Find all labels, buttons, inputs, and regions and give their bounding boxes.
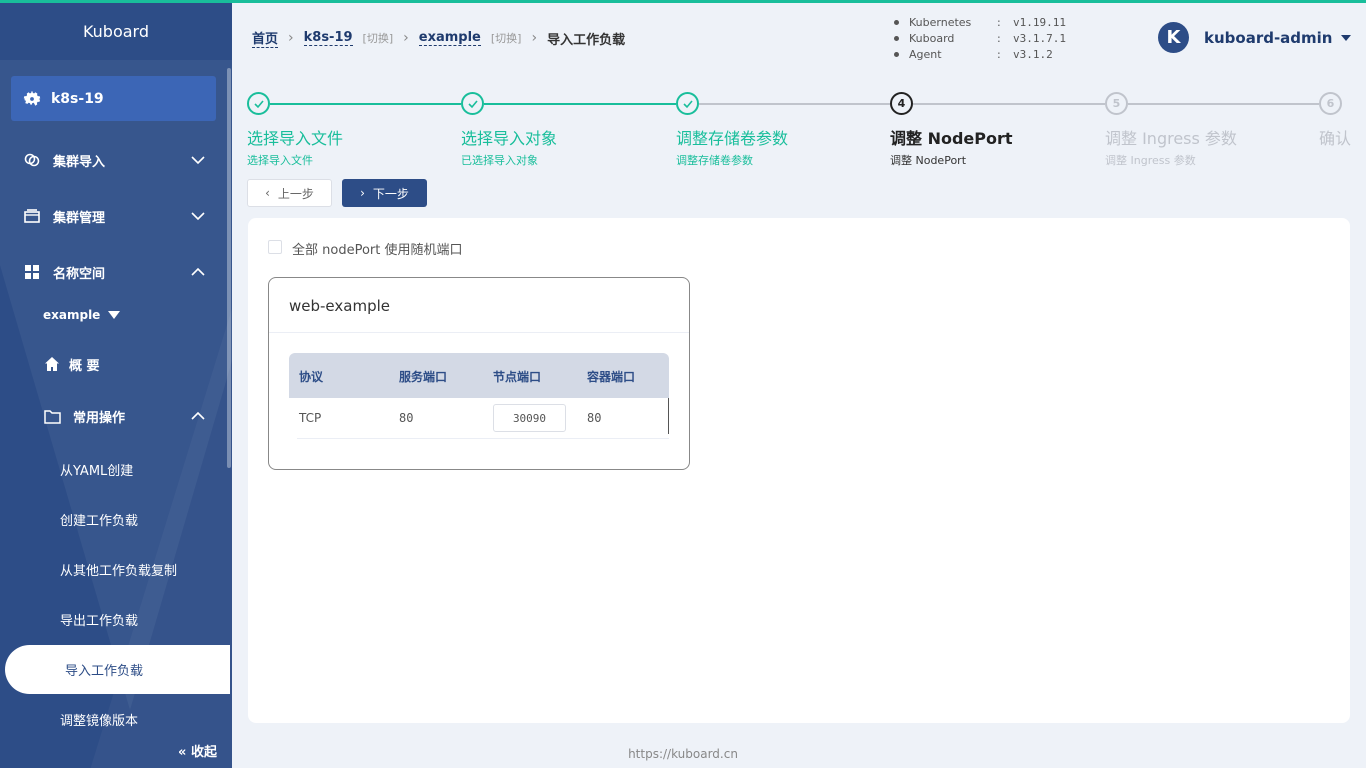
top-accent-line [0, 0, 1366, 3]
footer-link[interactable]: https://kuboard.cn [0, 747, 1366, 761]
step-6-number: 6 [1319, 92, 1342, 115]
home-icon [43, 355, 61, 373]
random-port-checkbox[interactable] [268, 240, 282, 254]
avatar: K [1158, 22, 1189, 53]
chevron-down-icon [191, 212, 205, 221]
chevron-up-icon [191, 411, 205, 420]
step-3-title: 调整存储卷参数 [676, 129, 789, 148]
next-step-button[interactable]: › 下一步 [342, 179, 427, 207]
step-4-title: 调整 NodePort [890, 129, 1013, 148]
chevron-left-icon: ‹ [265, 186, 270, 200]
step-1-title: 选择导入文件 [247, 129, 344, 148]
step-3-desc: 调整存储卷参数 [676, 154, 753, 167]
breadcrumb: 首页 › k8s-19 [切换] › example [切换] › 导入工作负载 [252, 28, 625, 48]
service-card: web-example 协议 服务端口 节点端口 容器端口 TCP 80 300… [268, 277, 690, 470]
breadcrumb-cluster[interactable]: k8s-19 [303, 30, 353, 46]
step-4-desc: 调整 NodePort [890, 154, 967, 167]
step-2-title: 选择导入对象 [461, 129, 558, 148]
sidebar: Kuboard k8s-19 集群导入 集群管理 名称空间 example 概 … [0, 0, 232, 768]
sidebar-item-copy-workload[interactable]: 从其他工作负载复制 [0, 549, 228, 589]
chevron-right-icon: › [403, 30, 409, 46]
sidebar-item-adjust-image[interactable]: 调整镜像版本 [0, 699, 228, 739]
user-menu[interactable]: K kuboard-admin [1158, 22, 1351, 53]
version-info: Kubernetes: v1.19.11 Kuboard: v3.1.7.1 Age… [894, 14, 1066, 62]
column-header-node-port: 节点端口 [493, 370, 542, 384]
sidebar-item-create-from-yaml[interactable]: 从YAML创建 [0, 449, 228, 489]
step-1-desc: 选择导入文件 [247, 154, 313, 167]
cell-protocol: TCP [299, 411, 322, 425]
chevron-right-icon: › [288, 30, 294, 46]
caret-down-icon [108, 311, 121, 319]
service-name: web-example [289, 297, 390, 315]
menu-overview[interactable]: 概 要 [0, 344, 228, 384]
chevron-up-icon [191, 267, 205, 276]
chevron-down-icon [191, 156, 205, 165]
step-5-desc: 调整 Ingress 参数 [1105, 154, 1196, 167]
switch-cluster-link[interactable]: [切换] [363, 30, 394, 46]
gear-icon [23, 91, 41, 106]
cluster-name: k8s-19 [51, 90, 104, 107]
chevron-right-icon: › [360, 186, 365, 200]
step-4-number: 4 [890, 92, 913, 115]
step-2-check-icon [461, 92, 484, 115]
sidebar-item-import-workload[interactable]: 导入工作负载 [5, 645, 230, 694]
switch-namespace-link[interactable]: [切换] [491, 30, 522, 46]
step-1-check-icon [247, 92, 270, 115]
menu-common-ops[interactable]: 常用操作 [0, 396, 228, 436]
step-2-desc: 已选择导入对象 [461, 154, 538, 167]
prev-step-button[interactable]: ‹ 上一步 [247, 179, 332, 207]
column-header-container-port: 容器端口 [587, 370, 636, 384]
port-table-header: 协议 服务端口 节点端口 容器端口 [289, 353, 669, 398]
column-header-service-port: 服务端口 [399, 370, 448, 384]
cell-container-port: 80 [587, 411, 602, 425]
step-5-title: 调整 Ingress 参数 [1105, 129, 1237, 148]
breadcrumb-home[interactable]: 首页 [252, 28, 279, 48]
chevron-right-icon: › [531, 30, 538, 46]
sidebar-item-export-workload[interactable]: 导出工作负载 [0, 599, 228, 639]
table-row: TCP 80 30090 80 [297, 398, 669, 439]
brand-logo: Kuboard [82, 22, 150, 41]
cell-service-port: 80 [399, 411, 414, 425]
sidebar-item-create-workload[interactable]: 创建工作负载 [0, 499, 228, 539]
menu-cluster-manage[interactable]: 集群管理 [0, 196, 228, 236]
menu-namespace[interactable]: 名称空间 [0, 252, 228, 292]
step-6-title: 确认 [1319, 129, 1352, 148]
step-5-number: 5 [1105, 92, 1128, 115]
step-3-check-icon [676, 92, 699, 115]
sidebar-scrollbar[interactable] [227, 68, 231, 468]
cluster-selector[interactable]: k8s-19 [11, 76, 216, 121]
namespace-selector[interactable]: example [43, 308, 121, 322]
user-name: kuboard-admin [1204, 28, 1333, 47]
grid-icon [23, 263, 41, 281]
breadcrumb-namespace[interactable]: example [418, 30, 481, 46]
menu-cluster-import[interactable]: 集群导入 [0, 140, 228, 180]
breadcrumb-current: 导入工作负载 [547, 32, 626, 48]
link-icon [23, 151, 41, 169]
folder-icon [43, 407, 61, 425]
caret-down-icon [1340, 34, 1351, 41]
column-header-protocol: 协议 [299, 370, 324, 384]
random-port-label[interactable]: 全部 nodePort 使用随机端口 [292, 239, 462, 258]
node-port-input[interactable]: 30090 [493, 404, 566, 432]
server-icon [23, 207, 41, 225]
